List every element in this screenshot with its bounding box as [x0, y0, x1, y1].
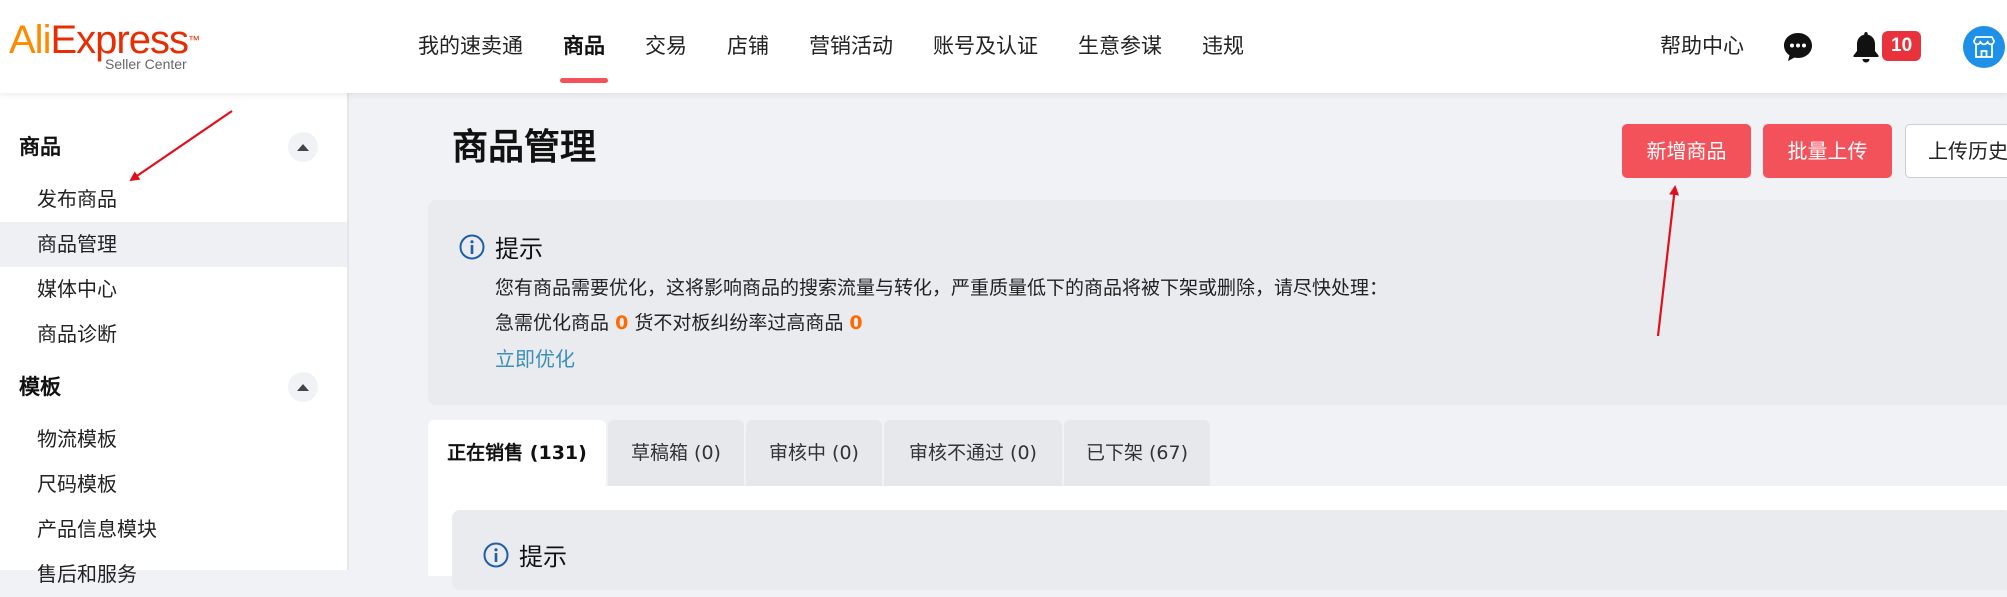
tab-on-sale[interactable]: 正在销售 (131) [428, 420, 606, 486]
nav-violations[interactable]: 违规 [1202, 0, 1244, 93]
info-icon [483, 542, 509, 568]
sidebar-item-manage-products[interactable]: 商品管理 [0, 222, 347, 267]
sidebar-item-media-center[interactable]: 媒体中心 [0, 267, 347, 312]
collapse-caret-icon[interactable] [288, 132, 318, 162]
sidebar-item-product-info-module[interactable]: 产品信息模块 [0, 507, 347, 552]
chat-icon[interactable] [1782, 31, 1814, 63]
optimize-now-link[interactable]: 立即优化 [495, 343, 575, 372]
sidebar-group-title: 模板 [19, 375, 61, 399]
top-navigation-bar: AliExpress™ Seller Center 我的速卖通 商品 交易 店铺… [0, 0, 2007, 93]
inner-tip-panel [452, 510, 2007, 590]
sidebar-group-title: 商品 [19, 135, 61, 159]
nav-marketing[interactable]: 营销活动 [809, 0, 893, 93]
tip-title: 提示 [495, 235, 543, 263]
sidebar-item-publish-product[interactable]: 发布商品 [0, 177, 347, 222]
mismatch-count[interactable]: 0 [849, 312, 862, 334]
collapse-caret-icon[interactable] [288, 372, 318, 402]
nav-products[interactable]: 商品 [560, 0, 608, 93]
mismatch-label: 货不对板纠纷率过高商品 [634, 312, 844, 334]
sidebar: 商品 发布商品 商品管理 媒体中心 商品诊断 模板 物流模板 尺码模板 产品信息… [0, 93, 349, 586]
inner-tip-title: 提示 [519, 543, 567, 571]
optimization-tip-panel [428, 200, 2007, 405]
page-title: 商品管理 [452, 127, 597, 168]
sidebar-item-logistics-template[interactable]: 物流模板 [0, 417, 347, 462]
aliexpress-logo[interactable]: AliExpress™ Seller Center [9, 18, 200, 72]
bell-icon[interactable] [1850, 30, 1882, 64]
tab-delisted[interactable]: 已下架 (67) [1064, 420, 1210, 486]
logo-subtitle: Seller Center [105, 56, 187, 72]
sidebar-group-products[interactable]: 商品 [0, 124, 347, 170]
sidebar-item-product-diagnosis[interactable]: 商品诊断 [0, 312, 347, 357]
store-icon[interactable] [1963, 26, 2005, 68]
tab-review-failed[interactable]: 审核不通过 (0) [884, 420, 1062, 486]
notification-badge: 10 [1882, 31, 1922, 61]
add-product-button[interactable]: 新增商品 [1622, 124, 1751, 178]
tab-under-review[interactable]: 审核中 (0) [746, 420, 882, 486]
main-nav: 我的速卖通 商品 交易 店铺 营销活动 账号及认证 生意参谋 违规 [418, 0, 1284, 93]
nav-my-aliexpress[interactable]: 我的速卖通 [418, 0, 523, 93]
sidebar-item-after-sales[interactable]: 售后和服务 [0, 552, 347, 597]
nav-transactions[interactable]: 交易 [645, 0, 687, 93]
tip-counts: 急需优化商品 0 货不对板纠纷率过高商品 0 [495, 308, 863, 335]
nav-store[interactable]: 店铺 [727, 0, 769, 93]
urgent-count[interactable]: 0 [615, 312, 628, 334]
info-icon [459, 234, 485, 260]
help-center-link[interactable]: 帮助中心 [1660, 0, 1744, 93]
tip-message: 您有商品需要优化，这将影响商品的搜索流量与转化，严重质量低下的商品将被下架或删除… [495, 277, 1389, 299]
nav-business-advisor[interactable]: 生意参谋 [1078, 0, 1162, 93]
urgent-label: 急需优化商品 [495, 312, 610, 334]
logo-wordmark: AliExpress™ [9, 18, 200, 62]
nav-account[interactable]: 账号及认证 [933, 0, 1038, 93]
sidebar-item-size-template[interactable]: 尺码模板 [0, 462, 347, 507]
sidebar-group-templates[interactable]: 模板 [0, 364, 347, 410]
tab-drafts[interactable]: 草稿箱 (0) [608, 420, 744, 486]
batch-upload-button[interactable]: 批量上传 [1763, 124, 1892, 178]
upload-history-button[interactable]: 上传历史 [1905, 124, 2007, 178]
